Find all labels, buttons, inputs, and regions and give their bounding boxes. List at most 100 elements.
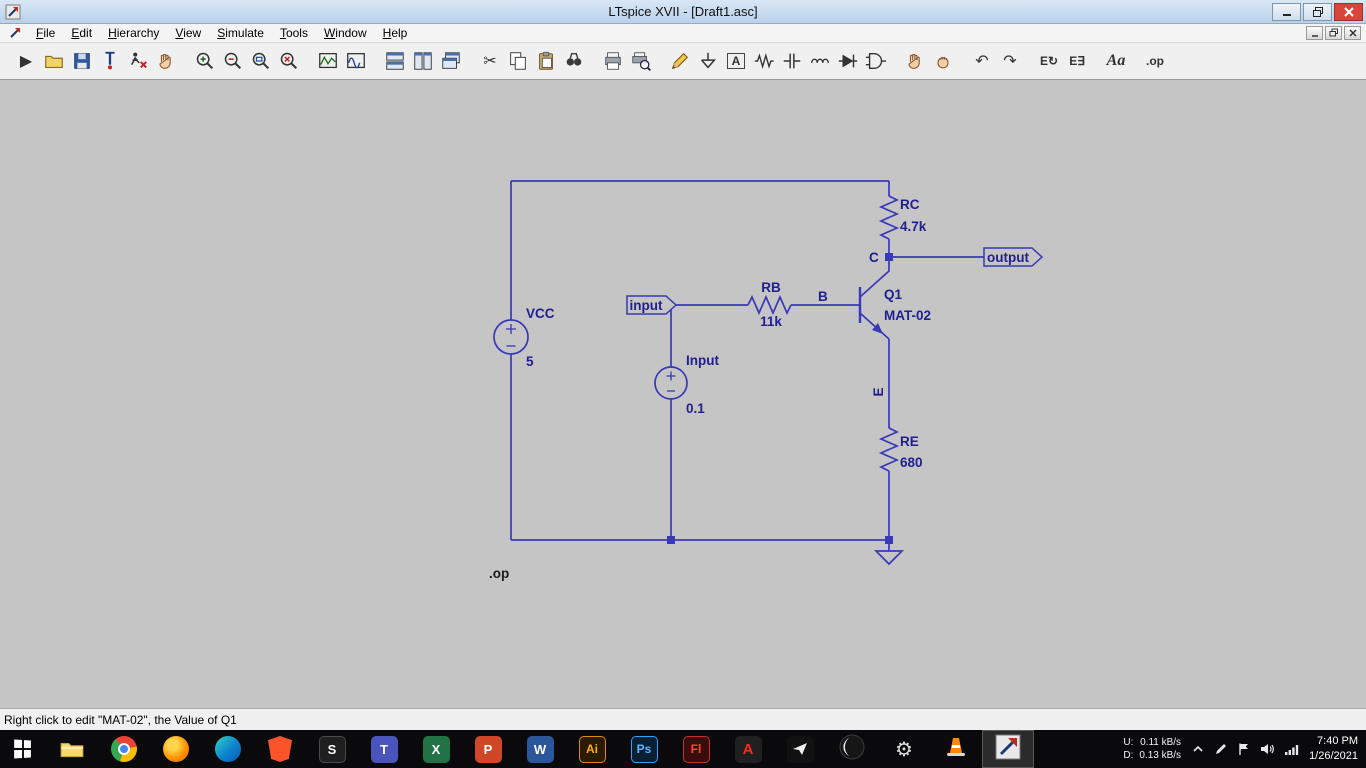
halt-icon[interactable] — [124, 48, 152, 75]
zoom-out-icon[interactable] — [219, 48, 247, 75]
spice-directive-icon[interactable]: .op — [1141, 48, 1169, 75]
vcc-value-label[interactable]: 5 — [526, 354, 534, 369]
taskbar-telegram[interactable] — [774, 730, 826, 768]
schematic-canvas[interactable]: VCC 5 Input 0.1 RB 11k RC 4.7k RE 680 Q1… — [0, 80, 1366, 708]
taskbar-acrobat[interactable]: A — [722, 730, 774, 768]
taskbar-flash[interactable]: Fl — [670, 730, 722, 768]
vcc-ref-label[interactable]: VCC — [526, 306, 555, 321]
probe-icon[interactable] — [96, 48, 124, 75]
zoom-in-icon[interactable] — [191, 48, 219, 75]
move-icon[interactable] — [901, 48, 929, 75]
input-source-value-label[interactable]: 0.1 — [686, 401, 705, 416]
text-icon[interactable]: Aa — [1102, 48, 1130, 75]
taskbar-brave[interactable] — [254, 730, 306, 768]
redo-icon[interactable]: ↷ — [996, 48, 1024, 75]
taskbar-powerpoint[interactable]: P — [462, 730, 514, 768]
zoom-back-icon[interactable] — [275, 48, 303, 75]
taskbar-gear-pen-app[interactable]: ⚙ — [878, 730, 930, 768]
tile-horizontal-icon[interactable] — [381, 48, 409, 75]
ground-symbol[interactable] — [876, 551, 902, 564]
draw-wire-icon[interactable] — [666, 48, 694, 75]
restore-button[interactable] — [1303, 3, 1332, 21]
component-icon[interactable] — [862, 48, 890, 75]
autorange-plot-icon[interactable] — [314, 48, 342, 75]
cut-icon[interactable]: ✂ — [476, 48, 504, 75]
menu-view[interactable]: View — [167, 24, 209, 42]
mdi-restore-button[interactable] — [1325, 26, 1342, 40]
menu-file[interactable]: File — [28, 24, 63, 42]
q1-value-label[interactable]: MAT-02 — [884, 308, 931, 323]
menu-hierarchy[interactable]: Hierarchy — [100, 24, 167, 42]
input-source-ref-label[interactable]: Input — [686, 353, 719, 368]
taskbar-vlc[interactable] — [930, 730, 982, 768]
menu-edit[interactable]: Edit — [63, 24, 100, 42]
menu-tools[interactable]: Tools — [272, 24, 316, 42]
pan-hand-icon[interactable] — [152, 48, 180, 75]
mdi-minimize-button[interactable] — [1306, 26, 1323, 40]
re-ref-label[interactable]: RE — [900, 434, 919, 449]
run-icon[interactable]: ▶ — [12, 48, 40, 75]
taskbar-s-app[interactable]: S — [306, 730, 358, 768]
copy-icon[interactable] — [504, 48, 532, 75]
minimize-button[interactable] — [1272, 3, 1301, 21]
taskbar-clock[interactable]: 7:40 PM 1/26/2021 — [1309, 734, 1358, 765]
paste-icon[interactable] — [532, 48, 560, 75]
taskbar-illustrator[interactable]: Ai — [566, 730, 618, 768]
wires[interactable] — [511, 181, 984, 551]
rc-value-label[interactable]: 4.7k — [900, 219, 927, 234]
mirror-icon[interactable]: E∃ — [1063, 48, 1091, 75]
taskbar-firefox[interactable] — [150, 730, 202, 768]
rotate-icon[interactable]: E↻ — [1035, 48, 1063, 75]
spice-directive-text[interactable]: .op — [489, 566, 509, 581]
rb-ref-label[interactable]: RB — [761, 280, 781, 295]
output-net-label[interactable]: output — [987, 250, 1029, 265]
net-label-icon[interactable]: A — [722, 48, 750, 75]
taskbar-photoshop[interactable]: Ps — [618, 730, 670, 768]
resistor-icon[interactable] — [750, 48, 778, 75]
taskbar-excel[interactable]: X — [410, 730, 462, 768]
open-file-icon[interactable] — [40, 48, 68, 75]
show-hidden-icons-chevron[interactable] — [1191, 742, 1205, 756]
print-icon[interactable] — [599, 48, 627, 75]
taskbar-ltspice[interactable] — [982, 730, 1034, 768]
taskbar-edge[interactable] — [202, 730, 254, 768]
taskbar-teams[interactable]: T — [358, 730, 410, 768]
component-re-resistor[interactable] — [881, 428, 897, 471]
component-rc-resistor[interactable] — [881, 196, 897, 239]
zoom-full-extents-icon[interactable] — [247, 48, 275, 75]
menu-window[interactable]: Window — [316, 24, 375, 42]
pen-tray-icon[interactable] — [1214, 742, 1228, 756]
close-button[interactable] — [1334, 3, 1363, 21]
q1-ref-label[interactable]: Q1 — [884, 287, 903, 302]
component-rb-resistor[interactable] — [748, 297, 791, 313]
component-input-source[interactable] — [655, 367, 687, 399]
mdi-close-button[interactable] — [1344, 26, 1361, 40]
taskbar-file-explorer[interactable] — [46, 730, 98, 768]
plot-settings-icon[interactable] — [342, 48, 370, 75]
rb-value-label[interactable]: 11k — [760, 314, 782, 329]
net-speed-monitor[interactable]: U: 0.11 kB/s D: 0.13 kB/s — [1123, 736, 1181, 763]
re-value-label[interactable]: 680 — [900, 455, 923, 470]
cascade-windows-icon[interactable] — [437, 48, 465, 75]
diode-icon[interactable] — [834, 48, 862, 75]
taskbar-chrome[interactable] — [98, 730, 150, 768]
drag-icon[interactable] — [929, 48, 957, 75]
print-preview-icon[interactable] — [627, 48, 655, 75]
tile-vertical-icon[interactable] — [409, 48, 437, 75]
start-button[interactable] — [0, 730, 46, 768]
menu-help[interactable]: Help — [375, 24, 416, 42]
schematic-area[interactable]: VCC 5 Input 0.1 RB 11k RC 4.7k RE 680 Q1… — [0, 80, 1366, 708]
network-tray-icon[interactable] — [1284, 742, 1299, 756]
inductor-icon[interactable] — [806, 48, 834, 75]
volume-tray-icon[interactable] — [1260, 742, 1275, 756]
taskbar-dark-circle-app[interactable] — [826, 730, 878, 768]
ground-icon[interactable] — [694, 48, 722, 75]
flag-tray-icon[interactable] — [1237, 742, 1251, 756]
taskbar-word[interactable]: W — [514, 730, 566, 768]
undo-icon[interactable]: ↶ — [968, 48, 996, 75]
input-net-label[interactable]: input — [630, 298, 663, 313]
titlebar[interactable]: LTspice XVII - [Draft1.asc] — [0, 0, 1366, 24]
component-vcc-source[interactable] — [494, 320, 528, 354]
find-icon[interactable] — [560, 48, 588, 75]
save-icon[interactable] — [68, 48, 96, 75]
